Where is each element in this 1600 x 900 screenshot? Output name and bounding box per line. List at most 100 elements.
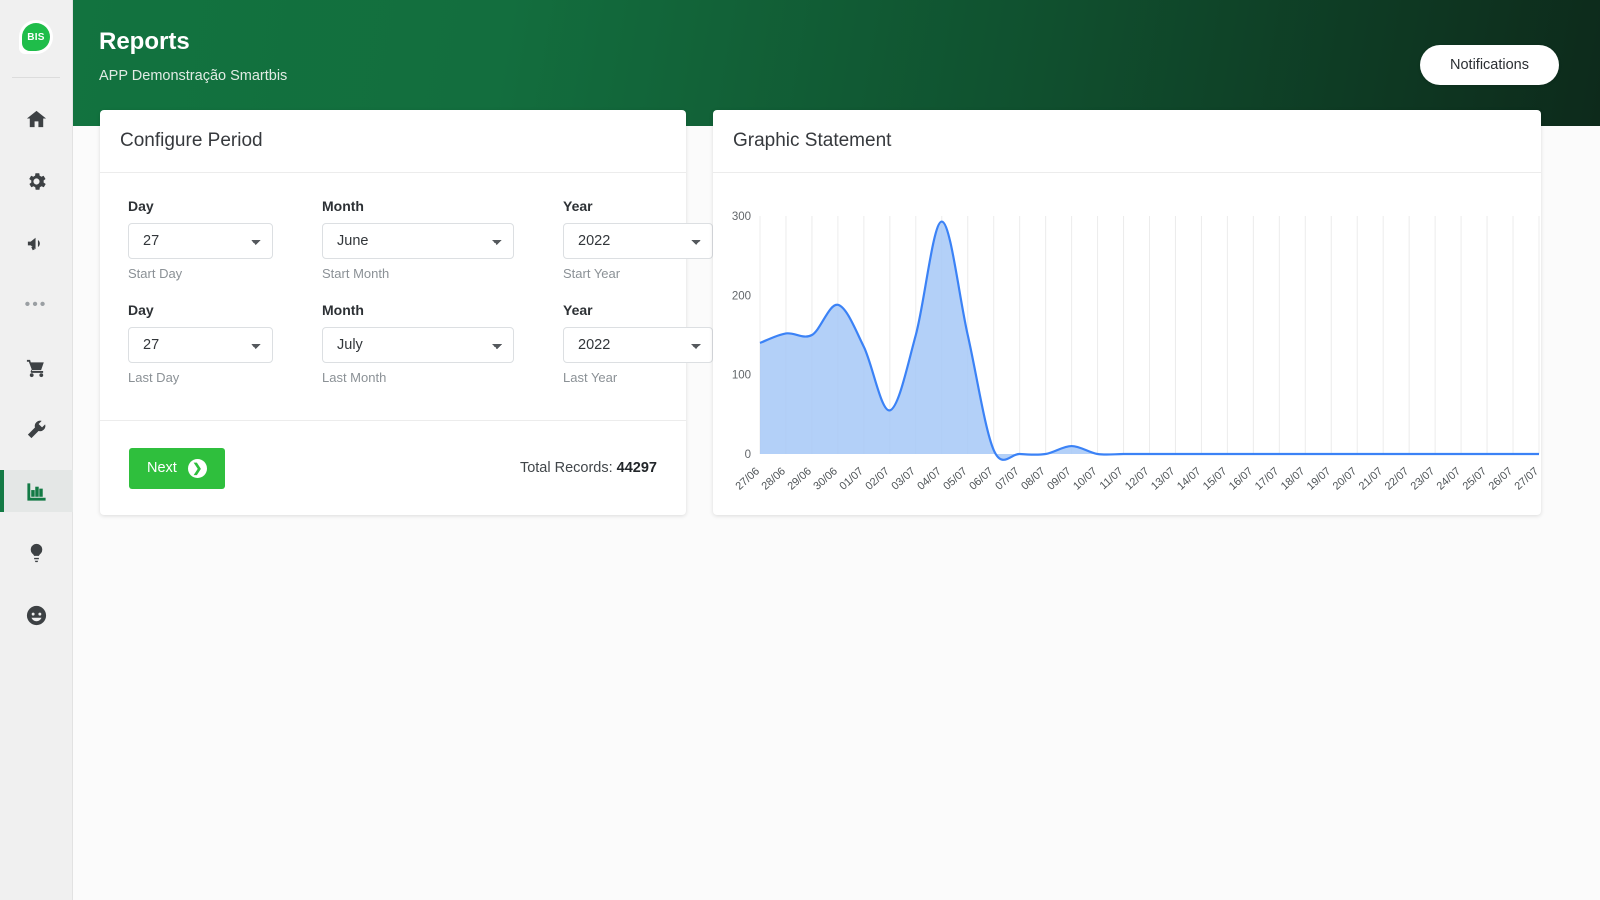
start-month-group: Month June Start Month [322, 198, 514, 281]
start-year-group: Year 2022 Start Year [563, 198, 713, 281]
speech-bubble-logo-icon: BIS [19, 20, 53, 54]
bar-chart-icon [25, 480, 48, 503]
last-year-select[interactable]: 2022 [563, 327, 713, 363]
page-subtitle: APP Demonstração Smartbis [99, 68, 288, 84]
total-records: Total Records: 44297 [520, 460, 657, 476]
smiley-icon [25, 604, 48, 627]
page-header: Reports APP Demonstração Smartbis Notifi… [73, 0, 1600, 126]
start-month-label: Month [322, 198, 364, 214]
svg-text:0: 0 [745, 449, 751, 461]
configure-period-title: Configure Period [120, 130, 263, 151]
svg-text:21/07: 21/07 [1357, 465, 1385, 492]
svg-text:10/07: 10/07 [1071, 465, 1099, 492]
last-day-group: Day 27 Last Day [128, 302, 273, 385]
svg-text:24/07: 24/07 [1435, 465, 1463, 492]
svg-text:15/07: 15/07 [1201, 465, 1229, 492]
sidebar-item-campaigns[interactable] [0, 222, 73, 264]
svg-text:14/07: 14/07 [1175, 465, 1203, 492]
sidebar-item-home[interactable] [0, 98, 73, 140]
configure-period-card: Configure Period Day 27 Start Day Month … [100, 110, 713, 515]
graphic-statement-title: Graphic Statement [733, 130, 892, 151]
home-icon [25, 108, 48, 131]
svg-text:17/07: 17/07 [1253, 465, 1281, 492]
sidebar-item-feedback[interactable] [0, 594, 73, 636]
ellipsis-icon: ••• [24, 296, 48, 313]
sidebar-item-settings[interactable] [0, 160, 73, 202]
svg-text:11/07: 11/07 [1098, 465, 1126, 492]
svg-text:22/07: 22/07 [1383, 465, 1411, 492]
svg-text:25/07: 25/07 [1461, 465, 1489, 492]
svg-text:300: 300 [732, 211, 751, 223]
svg-text:28/06: 28/06 [759, 465, 787, 492]
next-button-label: Next [147, 460, 177, 476]
configure-period-header: Configure Period [100, 110, 686, 173]
svg-text:26/07: 26/07 [1487, 465, 1515, 492]
notifications-button[interactable]: Notifications [1420, 45, 1559, 85]
svg-text:01/07: 01/07 [837, 465, 865, 492]
arrow-right-circle-icon: ❯ [187, 458, 207, 478]
last-year-help: Last Year [563, 370, 618, 385]
start-day-select[interactable]: 27 [128, 223, 273, 259]
svg-text:18/07: 18/07 [1279, 465, 1307, 492]
logo-text: BIS [27, 31, 45, 43]
start-month-help: Start Month [322, 266, 390, 281]
start-day-help: Start Day [128, 266, 183, 281]
start-day-label: Day [128, 198, 154, 214]
gear-icon [25, 170, 48, 193]
sidebar-item-reports[interactable] [0, 470, 73, 512]
last-month-select[interactable]: July [322, 327, 514, 363]
svg-text:04/07: 04/07 [915, 465, 943, 492]
svg-text:100: 100 [732, 370, 751, 382]
svg-text:16/07: 16/07 [1227, 465, 1255, 492]
start-year-label: Year [563, 198, 593, 214]
start-day-group: Day 27 Start Day [128, 198, 273, 281]
total-records-label: Total Records: [519, 460, 613, 476]
last-month-label: Month [322, 302, 364, 318]
period-form-grid: Day 27 Start Day Month June Start Month … [128, 198, 713, 406]
wrench-icon [25, 418, 48, 441]
graphic-statement-header: Graphic Statement [713, 110, 1541, 173]
svg-text:20/07: 20/07 [1331, 465, 1359, 492]
last-day-help: Last Day [128, 370, 180, 385]
svg-text:06/07: 06/07 [967, 465, 995, 492]
last-day-label: Day [128, 302, 154, 318]
svg-text:23/07: 23/07 [1409, 465, 1437, 492]
svg-text:30/06: 30/06 [811, 465, 839, 492]
next-button[interactable]: Next ❯ [129, 447, 225, 489]
svg-text:13/07: 13/07 [1149, 465, 1177, 492]
last-year-group: Year 2022 Last Year [563, 302, 713, 385]
app-logo[interactable]: BIS [0, 0, 72, 74]
last-day-select[interactable]: 27 [128, 327, 273, 363]
app-root: BIS ••• Reports APP Demonstração Smartbi… [0, 0, 1600, 900]
svg-text:200: 200 [732, 290, 751, 302]
svg-text:08/07: 08/07 [1019, 465, 1047, 492]
sidebar-item-more[interactable]: ••• [0, 284, 73, 326]
period-card-footer: Next ❯ Total Records: 44297 [100, 420, 686, 515]
svg-text:27/06: 27/06 [734, 465, 762, 492]
svg-text:07/07: 07/07 [993, 465, 1021, 492]
svg-text:09/07: 09/07 [1045, 465, 1073, 492]
start-year-help: Start Year [563, 266, 621, 281]
sidebar-divider [12, 77, 60, 78]
last-month-help: Last Month [322, 370, 387, 385]
svg-text:29/06: 29/06 [785, 465, 813, 492]
total-records-value: 44297 [616, 460, 657, 476]
svg-text:12/07: 12/07 [1123, 465, 1151, 492]
svg-text:03/07: 03/07 [889, 465, 917, 492]
area-chart[interactable]: 0 100 200 300 27/0628/0629/0630/0601/0702/07… [713, 173, 1541, 514]
sidebar-item-ideas[interactable] [0, 532, 73, 574]
page-title: Reports [99, 28, 190, 55]
chart-area: 0 100 200 300 27/06 28/06 29/06 30/06 01/07 02/07… [713, 173, 1541, 514]
svg-text:05/07: 05/07 [941, 465, 969, 492]
lightbulb-icon [25, 542, 48, 565]
sidebar-item-tools[interactable] [0, 408, 73, 450]
sidebar: BIS ••• [0, 0, 73, 900]
period-form: Day 27 Start Day Month June Start Month … [100, 173, 713, 406]
megaphone-icon [25, 232, 48, 255]
shopping-cart-icon [25, 356, 48, 379]
start-year-select[interactable]: 2022 [563, 223, 713, 259]
graphic-statement-card: Graphic Statement 0 100 200 300 27/06 28/06 29… [713, 110, 1541, 515]
svg-text:27/07: 27/07 [1513, 465, 1541, 492]
start-month-select[interactable]: June [322, 223, 514, 259]
sidebar-item-orders[interactable] [0, 346, 73, 388]
